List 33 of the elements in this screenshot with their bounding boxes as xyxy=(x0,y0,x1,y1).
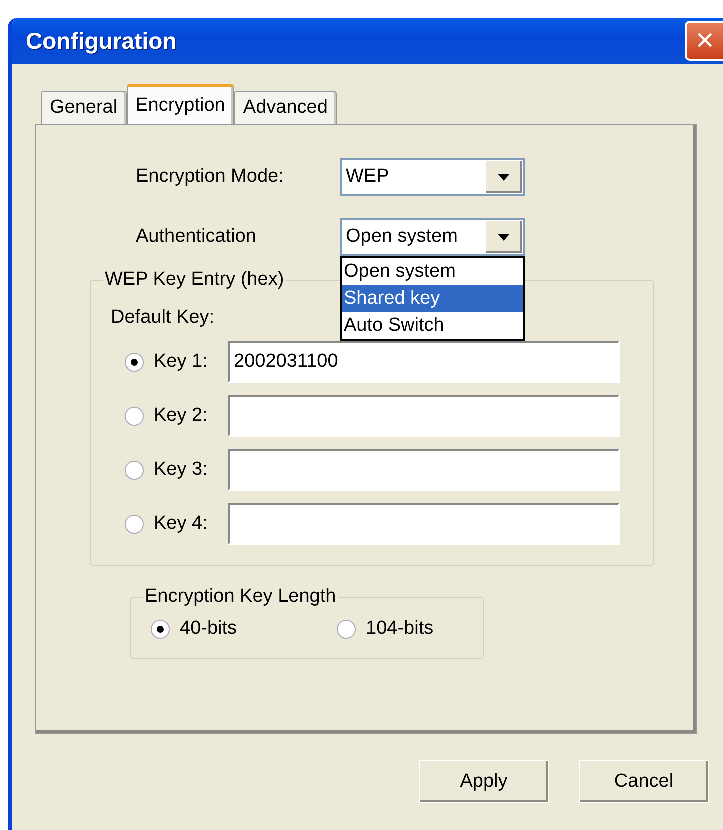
group-title: Encryption Key Length xyxy=(144,586,338,608)
input-field[interactable] xyxy=(228,449,620,491)
key-label: Key 4: xyxy=(154,513,209,535)
radio-button[interactable] xyxy=(151,620,170,638)
dialog-button[interactable]: Cancel xyxy=(579,760,709,803)
dropdown[interactable]: Open system xyxy=(340,218,525,256)
input-field[interactable]: 2002031100 xyxy=(228,341,620,383)
dialog-button[interactable]: Apply xyxy=(419,760,549,803)
tab[interactable]: General xyxy=(41,91,127,124)
radio-button[interactable] xyxy=(125,460,144,480)
radio-button[interactable] xyxy=(337,620,356,638)
caret-icon xyxy=(498,234,510,240)
group-title: WEP Key Entry (hex) xyxy=(104,269,286,291)
input-field[interactable] xyxy=(228,503,620,545)
radio-button[interactable] xyxy=(125,352,144,372)
dropdown-option[interactable]: Shared key xyxy=(342,285,523,312)
close-button[interactable]: ✕ xyxy=(685,21,723,61)
radio-button[interactable] xyxy=(125,514,144,534)
dropdown[interactable]: WEP xyxy=(340,158,525,196)
caret-icon xyxy=(498,174,510,180)
field-label: Encryption Mode: xyxy=(136,166,285,188)
key-label: Key 2: xyxy=(154,405,209,427)
input-field[interactable] xyxy=(228,395,620,437)
option-label: 40-bits xyxy=(180,618,238,640)
tab[interactable]: Advanced xyxy=(234,91,337,124)
key-label: Key 3: xyxy=(154,459,209,481)
window-title: Configuration xyxy=(26,28,177,54)
field-label: Authentication xyxy=(136,226,258,248)
section-label: Default Key: xyxy=(111,307,214,329)
option-label: 104-bits xyxy=(366,618,434,640)
key-label: Key 1: xyxy=(154,351,209,373)
radio-button[interactable] xyxy=(125,406,144,426)
tab[interactable]: Encryption xyxy=(126,84,234,124)
